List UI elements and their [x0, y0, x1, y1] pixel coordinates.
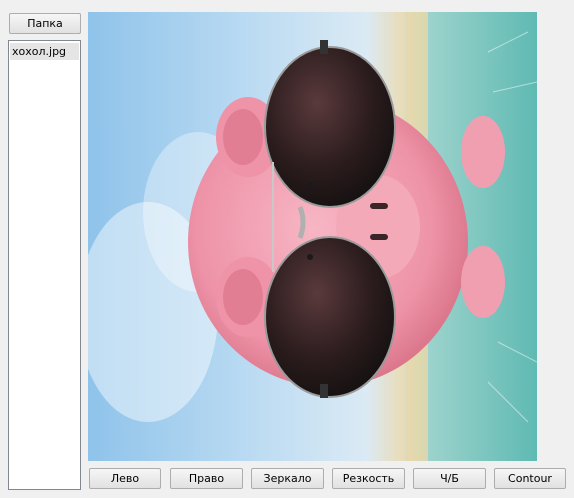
- image-preview: [88, 12, 537, 461]
- file-list[interactable]: хохол.jpg: [8, 40, 81, 490]
- contour-button[interactable]: Contour: [494, 468, 566, 489]
- mirror-button[interactable]: Зеркало: [251, 468, 324, 489]
- rotate-right-button[interactable]: Право: [170, 468, 243, 489]
- photo-image: [88, 12, 537, 461]
- rotate-left-button[interactable]: Лево: [89, 468, 161, 489]
- sharpness-button[interactable]: Резкость: [332, 468, 405, 489]
- file-list-item[interactable]: хохол.jpg: [10, 43, 79, 60]
- folder-button[interactable]: Папка: [9, 13, 81, 34]
- black-white-button[interactable]: Ч/Б: [413, 468, 486, 489]
